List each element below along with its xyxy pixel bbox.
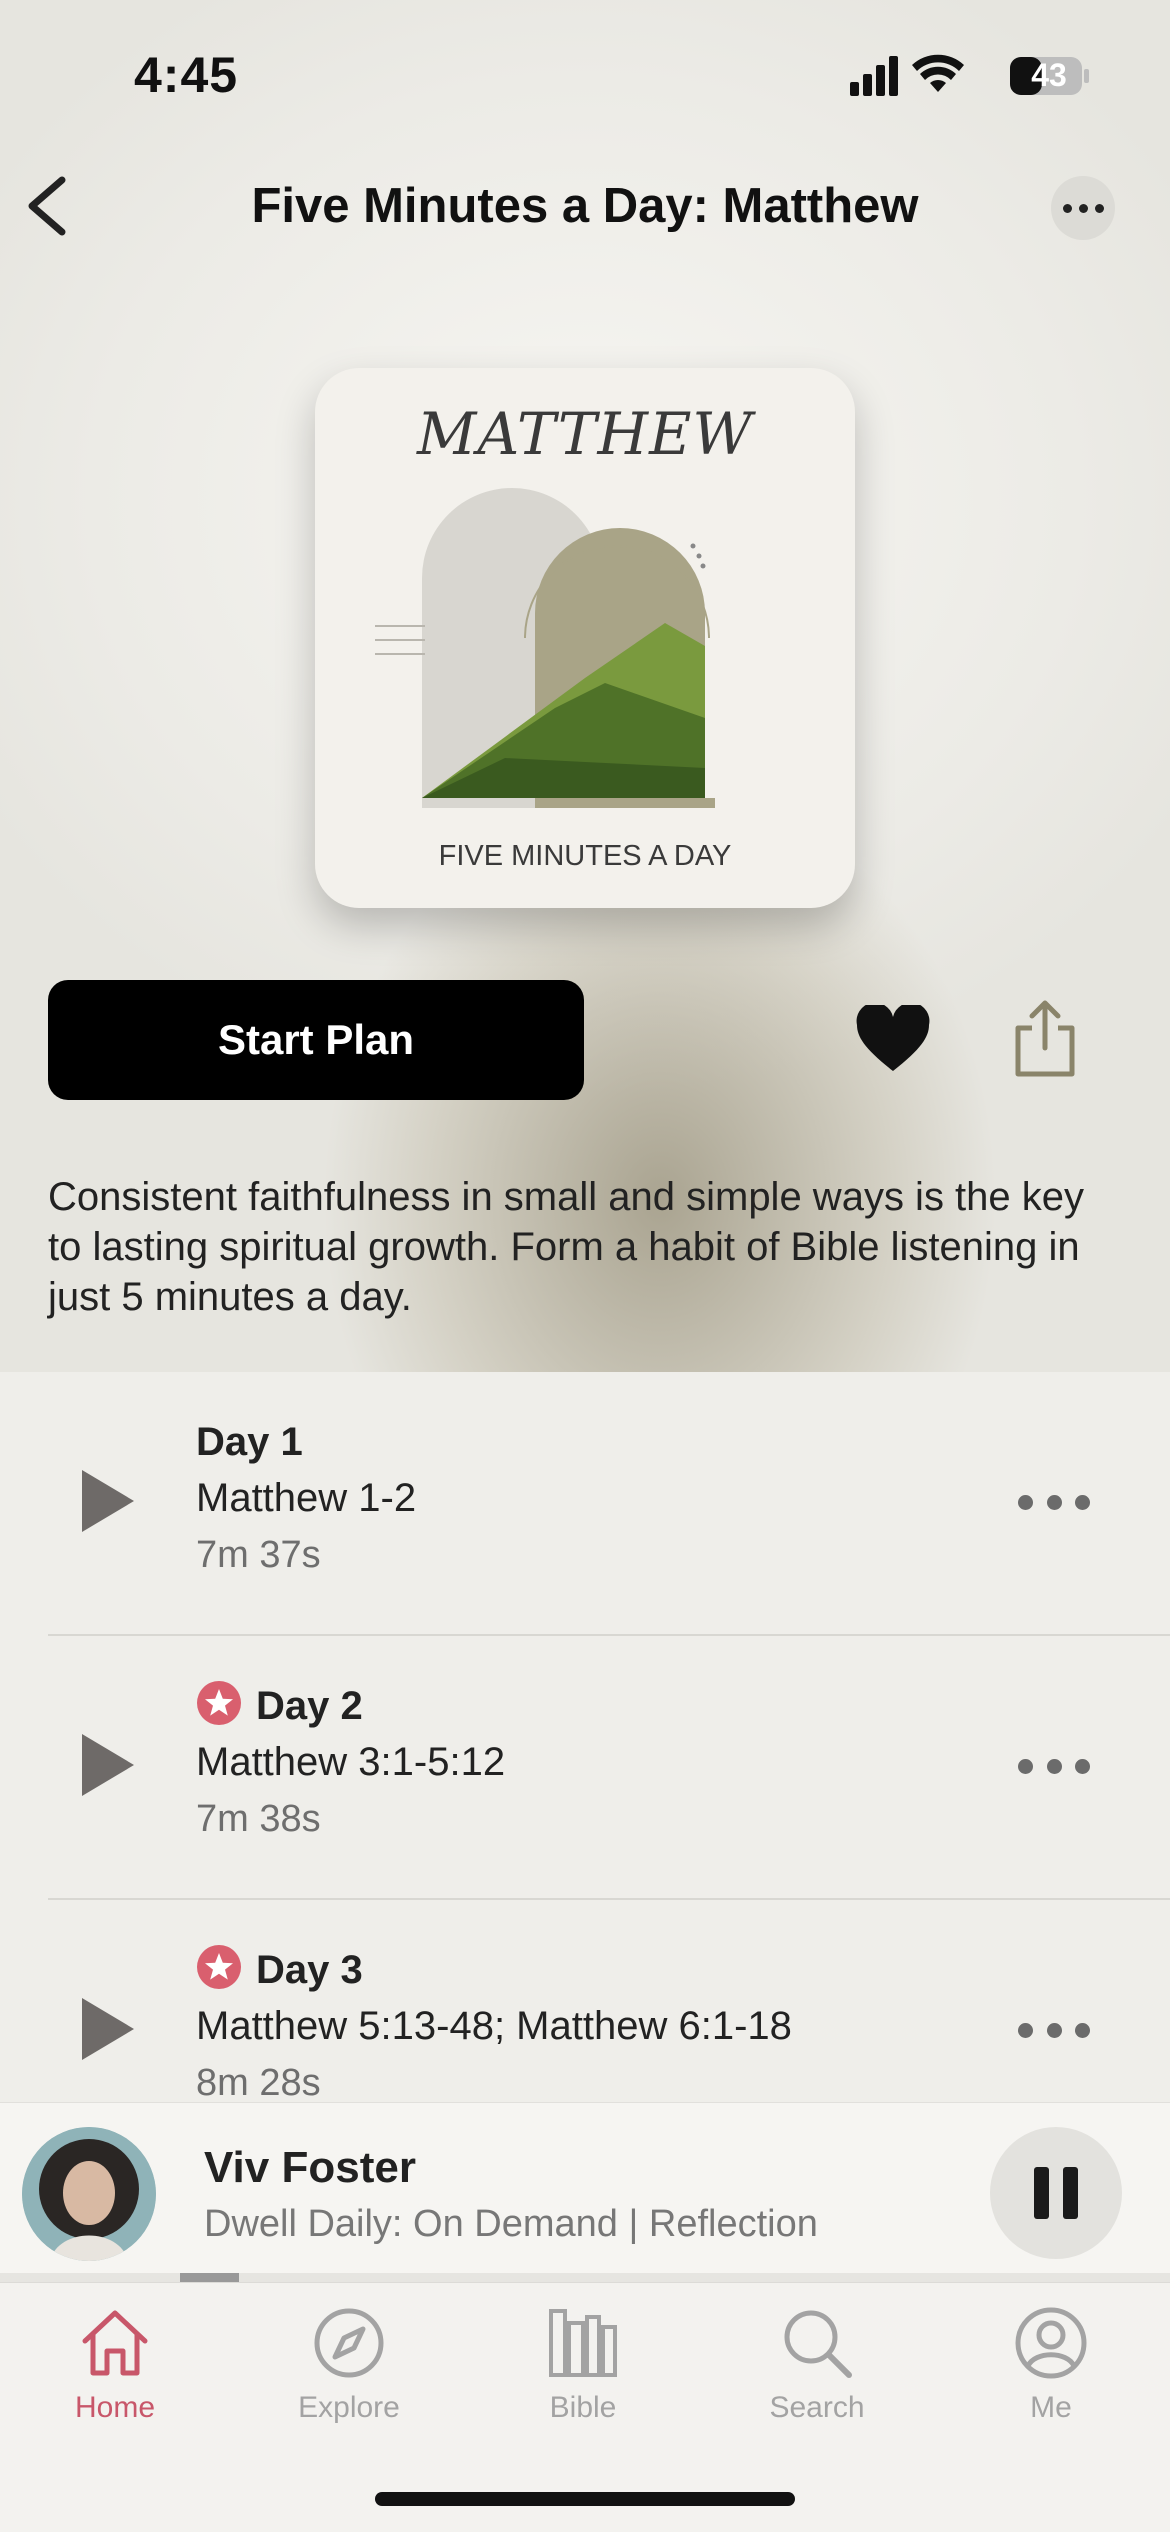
back-button[interactable] [18,170,78,240]
play-icon[interactable] [80,1996,136,2062]
ellipsis-icon [1018,2022,1033,2038]
battery-level: 43 [1031,57,1067,93]
row-options-button[interactable] [1018,2020,1090,2040]
home-icon [82,2310,148,2376]
cover-title: MATTHEW [416,400,754,468]
play-icon[interactable] [80,1468,136,1534]
day-duration: 7m 37s [196,1534,321,1576]
day-label: Day 1 [196,1420,303,1464]
row-options-button[interactable] [1018,1756,1090,1776]
day-reference: Matthew 3:1-5:12 [196,1740,506,1784]
chevron-left-icon [28,176,66,236]
tab-label: Home [74,2391,156,2424]
tab-explore[interactable]: Explore [249,2303,449,2443]
tab-label: Search [769,2391,865,2424]
tab-search[interactable]: Search [717,2303,917,2443]
star-badge-icon [197,1945,241,1989]
tab-label: Bible [549,2391,617,2424]
share-button[interactable] [1010,998,1080,1078]
pause-icon [1034,2167,1049,2219]
mini-player[interactable]: Viv Foster Dwell Daily: On Demand | Refl… [0,2102,1170,2283]
day-label: Day 3 [256,1948,363,1992]
tab-me[interactable]: Me [951,2303,1151,2443]
plan-description: Consistent faithfulness in small and sim… [48,1175,1085,1319]
mountain-illustration [375,488,715,808]
play-icon[interactable] [80,1732,136,1798]
tab-label: Me [1030,2391,1072,2424]
list-item-day-2[interactable]: Day 2 Matthew 3:1-5:12 7m 38s [0,1636,1170,1900]
start-plan-button[interactable]: Start Plan [48,980,584,1100]
list-item-day-3[interactable]: Day 3 Matthew 5:13-48; Matthew 6:1-18 8m… [0,1900,1170,2102]
home-indicator [375,2492,795,2506]
favorite-button[interactable] [855,1002,931,1075]
compass-icon [314,2308,384,2378]
player-title: Viv Foster [204,2143,416,2192]
star-badge-icon [197,1681,241,1725]
ellipsis-icon [1018,1494,1033,1510]
day-reference: Matthew 5:13-48; Matthew 6:1-18 [196,2004,792,2048]
day-reference: Matthew 1-2 [196,1476,417,1520]
ellipsis-icon [1062,203,1072,213]
tab-home[interactable]: Home [15,2303,215,2443]
plan-cover-image: MATTHEW FIVE MINUTES A DAY [315,368,855,908]
day-list: Day 1 Matthew 1-2 7m 37s Day 2 Matthew 3… [0,1372,1170,2102]
page-title: Five Minutes a Day: Matthew [251,179,919,233]
player-subtitle: Dwell Daily: On Demand | Reflection [204,2203,818,2245]
pause-button[interactable] [990,2127,1122,2259]
list-item-day-1[interactable]: Day 1 Matthew 1-2 7m 37s [0,1372,1170,1636]
search-icon [784,2310,852,2378]
tab-bible[interactable]: Bible [483,2303,683,2443]
avatar [22,2127,156,2261]
heart-icon [856,1002,930,1071]
profile-icon [1015,2307,1087,2379]
share-icon [1015,1000,1075,1077]
cellular-signal-icon [850,56,898,96]
more-options-button[interactable] [1051,176,1115,240]
ellipsis-icon [1018,1758,1033,1774]
row-options-button[interactable] [1018,1492,1090,1512]
day-duration: 7m 38s [196,1798,321,1840]
bible-icon [549,2309,617,2377]
day-duration: 8m 28s [196,2062,321,2102]
tab-label: Explore [298,2391,400,2424]
wifi-icon [912,54,964,92]
status-time: 4:45 [134,47,239,103]
cover-subtitle: FIVE MINUTES A DAY [438,840,732,872]
day-label: Day 2 [256,1684,363,1728]
